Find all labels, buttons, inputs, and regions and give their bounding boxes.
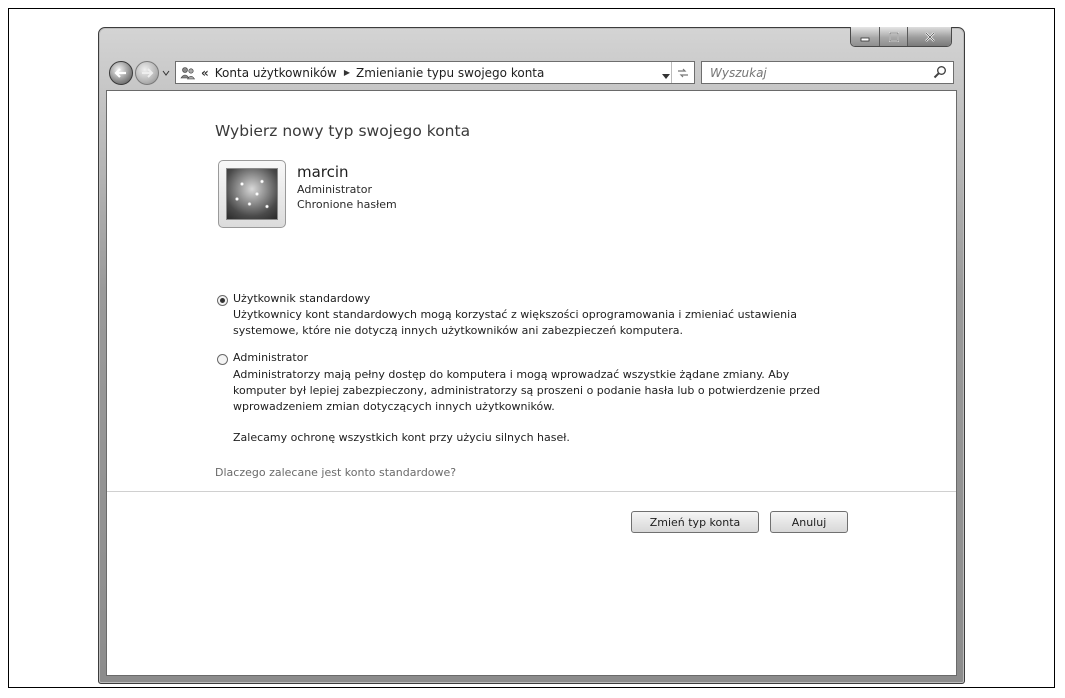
avatar <box>218 160 286 228</box>
address-dropdown-button[interactable] <box>662 69 670 83</box>
search-icon[interactable] <box>933 65 947 82</box>
forward-arrow-icon <box>142 68 154 78</box>
back-button[interactable] <box>109 61 133 85</box>
explorer-window: « Konta użytkowników ▶ Zmienianie typu s… <box>98 27 965 684</box>
user-password-status: Chronione hasłem <box>297 198 397 211</box>
back-arrow-icon <box>114 68 126 78</box>
why-standard-link[interactable]: Dlaczego zalecane jest konto standardowe… <box>215 466 456 479</box>
cancel-button[interactable]: Anuluj <box>770 511 848 533</box>
dropdown-arrow-icon <box>662 74 670 79</box>
minimize-button[interactable] <box>851 27 879 46</box>
users-icon <box>180 65 196 81</box>
option-admin-label[interactable]: Administrator <box>233 351 308 364</box>
breadcrumb-item-accounts[interactable]: Konta użytkowników <box>215 66 337 80</box>
divider <box>107 491 956 492</box>
user-name: marcin <box>297 163 349 181</box>
close-icon <box>924 31 935 42</box>
minimize-icon <box>860 37 870 41</box>
breadcrumb-overflow[interactable]: « <box>201 66 209 80</box>
change-account-type-button[interactable]: Zmień typ konta <box>631 511 759 533</box>
search-input[interactable] <box>708 64 922 81</box>
option-standard-label[interactable]: Użytkownik standardowy <box>233 292 370 305</box>
maximize-button[interactable] <box>879 27 907 46</box>
option-standard-description: systemowe, które nie dotyczą innych użyt… <box>233 324 684 337</box>
address-bar[interactable]: « Konta użytkowników ▶ Zmienianie typu s… <box>175 61 695 84</box>
avatar-image <box>226 168 278 220</box>
option-admin-description: wprowadzeniem zmian dotyczących innych u… <box>233 400 555 413</box>
breadcrumb-separator-icon[interactable]: ▶ <box>344 68 350 77</box>
content-pane: Wybierz nowy typ swojego konta marcin Ad… <box>106 90 957 676</box>
maximize-icon <box>888 31 899 42</box>
page-title: Wybierz nowy typ swojego konta <box>215 122 471 140</box>
caption-buttons <box>850 27 952 47</box>
option-admin-description: Administratorzy mają pełny dostęp do kom… <box>233 368 790 381</box>
user-account-type: Administrator <box>297 183 372 196</box>
search-box[interactable] <box>701 61 954 84</box>
breadcrumb-item-change-type[interactable]: Zmienianie typu swojego konta <box>356 66 544 80</box>
forward-button[interactable] <box>135 61 159 85</box>
title-bar[interactable] <box>99 27 964 54</box>
option-standard-description: Użytkownicy kont standardowych mogą korz… <box>233 308 797 321</box>
recent-pages-dropdown[interactable] <box>161 68 171 78</box>
chevron-down-icon <box>162 70 170 76</box>
option-admin-description: komputer był lepiej zabezpieczony, admin… <box>233 384 821 397</box>
radio-standard-user[interactable] <box>217 295 228 306</box>
navigation-bar: « Konta użytkowników ▶ Zmienianie typu s… <box>105 58 958 88</box>
radio-administrator[interactable] <box>217 354 228 365</box>
close-button[interactable] <box>907 27 951 46</box>
refresh-button[interactable] <box>671 62 694 83</box>
password-recommendation: Zalecamy ochronę wszystkich kont przy uż… <box>233 431 570 444</box>
refresh-icon <box>678 68 688 77</box>
